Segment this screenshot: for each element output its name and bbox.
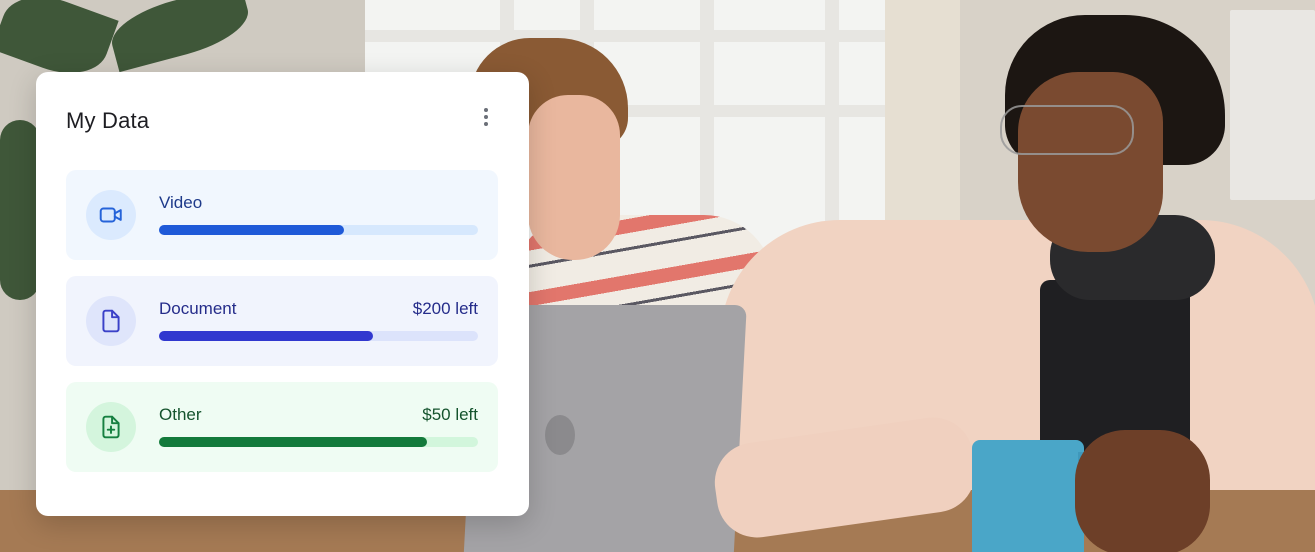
item-label: Video xyxy=(159,193,203,212)
person-face xyxy=(528,95,620,260)
progress-track xyxy=(159,437,478,447)
data-item-document[interactable]: Document $200 left xyxy=(66,276,498,366)
laptop-logo xyxy=(545,415,575,455)
more-options-icon[interactable] xyxy=(476,104,496,130)
progress-fill xyxy=(159,437,427,447)
item-label: Other xyxy=(159,405,202,424)
data-item-video[interactable]: Video xyxy=(66,170,498,260)
progress-fill xyxy=(159,225,345,235)
document-icon xyxy=(86,296,136,346)
card-title: My Data xyxy=(66,108,150,133)
item-remaining: $200 left xyxy=(412,299,478,318)
window-frame xyxy=(365,30,885,42)
progress-track xyxy=(159,225,478,235)
mug xyxy=(972,440,1084,552)
file-plus-icon xyxy=(86,402,136,452)
plant-leaf xyxy=(0,120,40,300)
progress-track xyxy=(159,331,478,341)
person-hand xyxy=(1075,430,1210,552)
item-remaining: $50 left xyxy=(422,405,478,424)
cabinet xyxy=(1230,10,1315,200)
item-label: Document xyxy=(159,299,237,318)
video-camera-icon xyxy=(86,190,136,240)
data-item-other[interactable]: Other $50 left xyxy=(66,382,498,472)
my-data-card: My Data Video Document $200 left Other $… xyxy=(36,72,529,516)
glasses xyxy=(1000,105,1134,155)
person-face xyxy=(1018,72,1163,252)
progress-fill xyxy=(159,331,373,341)
